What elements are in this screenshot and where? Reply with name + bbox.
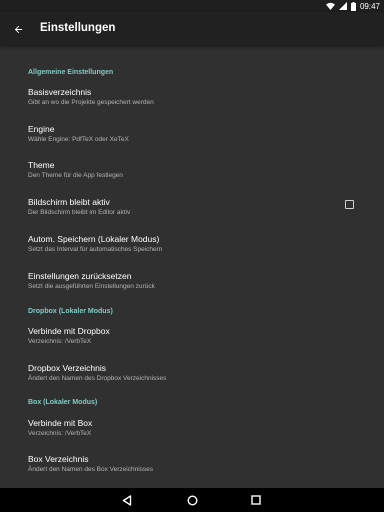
pref-summary: Setzt das Interval für automatisches Spe… (28, 246, 163, 253)
pref-title: Verbinde mit Box (28, 418, 93, 428)
pref-title: Bildschirm bleibt aktiv (28, 197, 110, 207)
pref-dropbox-directory[interactable]: Dropbox Verzeichnis Ändert den Namen des… (0, 363, 384, 393)
back-triangle-icon (122, 494, 132, 506)
system-nav-bar (0, 488, 384, 512)
pref-screen-keep-on[interactable]: Bildschirm bleibt aktiv Der Bildschirm b… (0, 197, 384, 227)
pref-summary: Setzt die ausgeführten Einstellungen zur… (28, 283, 155, 290)
settings-list[interactable]: Allgemeine Einstellungen Basisverzeichni… (0, 46, 384, 488)
nav-home-button[interactable] (184, 492, 200, 508)
battery-icon (350, 1, 356, 11)
nav-recents-button[interactable] (248, 492, 264, 508)
pref-summary: Ändert den Namen des Dropbox Verzeichnis… (28, 375, 167, 382)
pref-summary: Wähle Engine: PdfTeX oder XeTeX (28, 136, 129, 143)
pref-basisverzeichnis[interactable]: Basisverzeichnis Gibt an wo die Projekte… (0, 87, 384, 117)
section-header-box: Box (Lokaler Modus) (28, 399, 98, 406)
pref-title: Dropbox Verzeichnis (28, 363, 106, 373)
pref-summary: Der Bildschirm bleibt im Editor aktiv (28, 209, 131, 216)
screen-keep-on-checkbox[interactable] (345, 200, 354, 209)
recents-square-icon (251, 495, 261, 505)
section-header-dropbox: Dropbox (Lokaler Modus) (28, 308, 113, 315)
section-header-general: Allgemeine Einstellungen (28, 69, 114, 76)
status-icons: 09:47 (325, 1, 380, 11)
pref-summary: Verzeichnis: /VerbTeX (28, 430, 92, 437)
pref-title: Autom. Speichern (Lokaler Modus) (28, 234, 160, 244)
pref-summary: Gibt an wo die Projekte gespeichert werd… (28, 99, 154, 106)
wifi-icon (325, 2, 335, 10)
pref-title: Einstellungen zurücksetzen (28, 271, 132, 281)
status-time: 09:47 (359, 1, 380, 11)
pref-summary: Verzeichnis: /VerbTeX (28, 338, 92, 345)
home-circle-icon (186, 494, 198, 506)
pref-theme[interactable]: Theme Den Theme für die App festlegen (0, 160, 384, 190)
page-title: Einstellungen (40, 22, 116, 34)
pref-title: Basisverzeichnis (28, 87, 92, 97)
pref-autosave[interactable]: Autom. Speichern (Lokaler Modus) Setzt d… (0, 234, 384, 264)
pref-summary: Ändert den Namen des Box Verzeichnisses (28, 466, 154, 473)
pref-connect-box[interactable]: Verbinde mit Box Verzeichnis: /VerbTeX (0, 418, 384, 448)
app-toolbar: Einstellungen (0, 12, 384, 46)
pref-connect-dropbox[interactable]: Verbinde mit Dropbox Verzeichnis: /VerbT… (0, 326, 384, 356)
pref-box-directory[interactable]: Box Verzeichnis Ändert den Namen des Box… (0, 454, 384, 484)
arrow-back-icon (14, 25, 22, 33)
nav-back-button[interactable] (119, 492, 135, 508)
status-bar: 09:47 (0, 0, 384, 12)
pref-title: Engine (28, 124, 55, 134)
pref-engine[interactable]: Engine Wähle Engine: PdfTeX oder XeTeX (0, 124, 384, 154)
pref-title: Box Verzeichnis (28, 454, 89, 464)
pref-reset-settings[interactable]: Einstellungen zurücksetzen Setzt die aus… (0, 271, 384, 301)
signal-icon (338, 2, 347, 10)
pref-summary: Den Theme für die App festlegen (28, 172, 123, 179)
pref-title: Theme (28, 160, 55, 170)
back-button[interactable] (6, 17, 30, 41)
pref-title: Verbinde mit Dropbox (28, 326, 110, 336)
